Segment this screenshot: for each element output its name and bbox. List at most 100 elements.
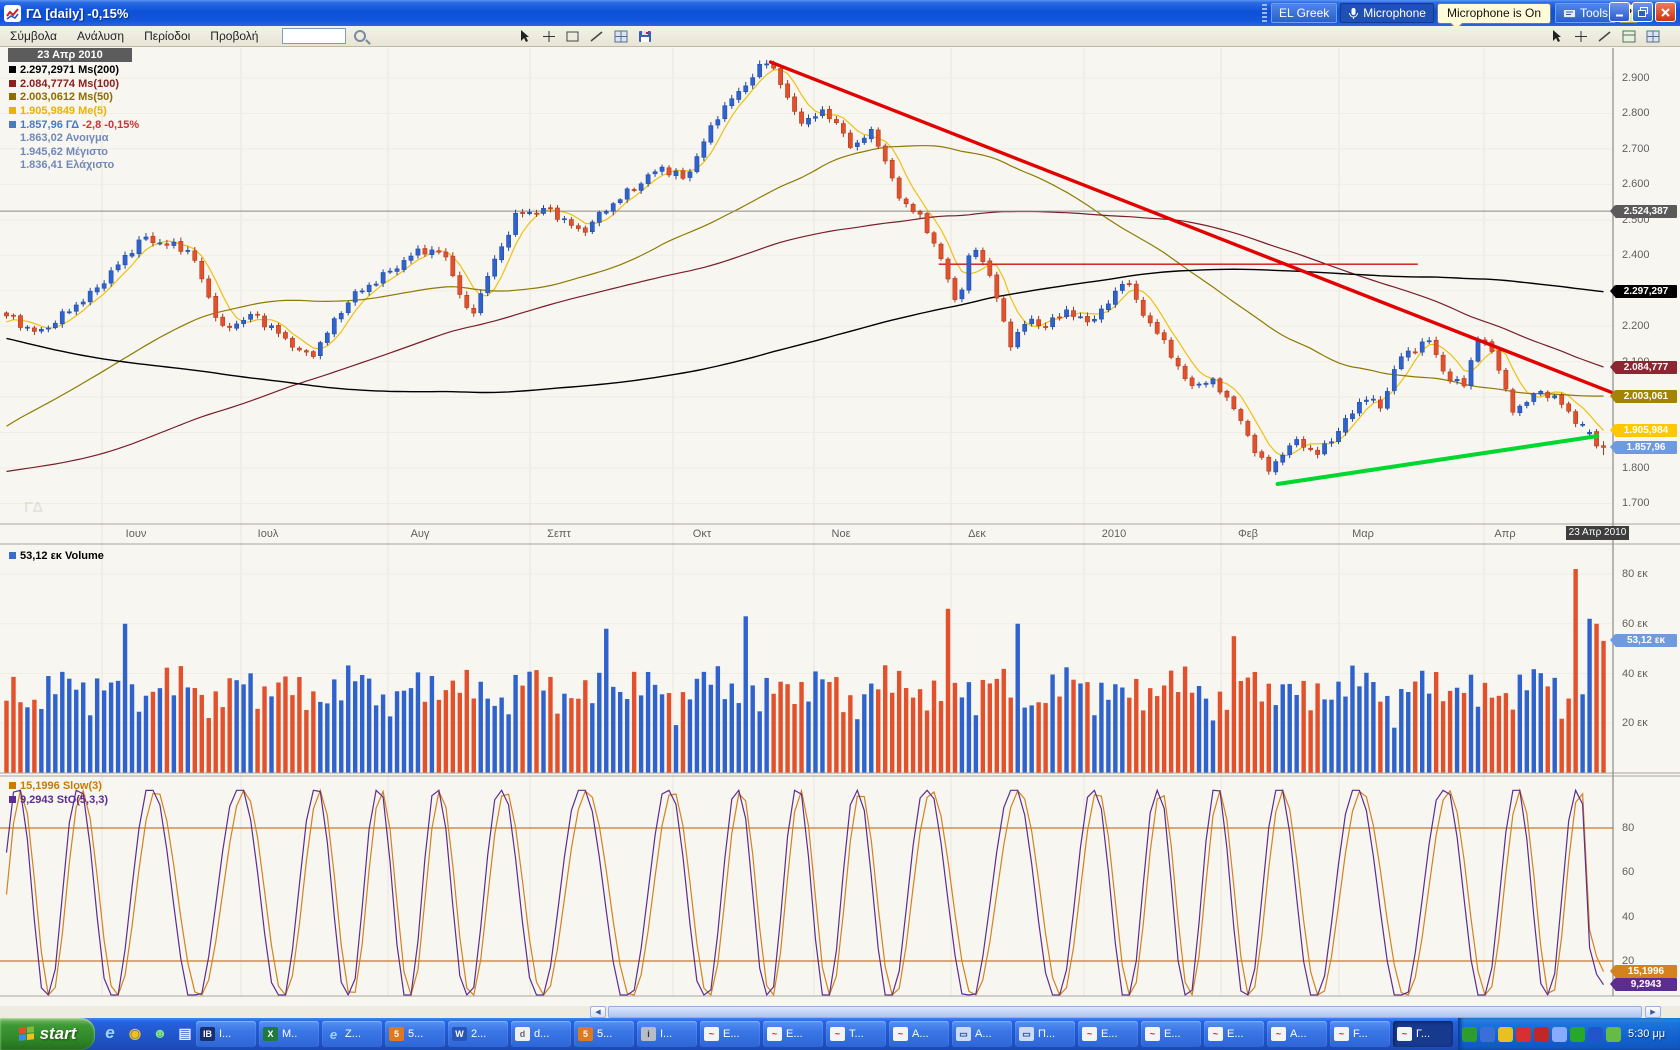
taskbar-task-[interactable]: ~Γ...	[1393, 1021, 1453, 1047]
taskbar-task-5[interactable]: 55...	[574, 1021, 634, 1047]
crosshair-icon[interactable]	[1573, 29, 1589, 44]
grid-pane-icon[interactable]	[613, 29, 629, 44]
taskbar-task-[interactable]: ▭Π...	[1015, 1021, 1075, 1047]
drawing-toolbar	[517, 29, 657, 44]
orange-app-icon: 5	[389, 1027, 404, 1041]
app-window-icon[interactable]	[1552, 1027, 1567, 1042]
price-axis-tag: 2.003,061	[1615, 390, 1677, 403]
grid-pane-icon[interactable]	[1645, 29, 1661, 44]
messenger-icon[interactable]: ☻	[150, 1022, 170, 1044]
price-axis-tag: 1.857,96	[1615, 441, 1677, 454]
language-bar-grip[interactable]	[1262, 4, 1267, 22]
close-button[interactable]	[1655, 2, 1676, 22]
doc-icon: d	[515, 1027, 530, 1041]
taskbar-task-A[interactable]: ▭A...	[952, 1021, 1012, 1047]
stoch-axis-tick: 80	[1622, 822, 1674, 834]
search-icon[interactable]	[354, 30, 366, 42]
media-icon[interactable]: ◉	[125, 1022, 145, 1044]
volume-legend: 53,12 εκ Volume	[9, 550, 104, 562]
price-axis-tag: 2.524,387	[1615, 205, 1677, 218]
green-chip-icon[interactable]	[1606, 1027, 1621, 1042]
volume-axis-tick: 60 εκ	[1622, 618, 1674, 630]
rectangle-tool-icon[interactable]	[565, 29, 581, 44]
taskbar: start e◉☻▤ IBI...XM..eZ...55...W2...dd..…	[0, 1018, 1680, 1050]
trendline-tool-icon[interactable]	[589, 29, 605, 44]
horizontal-scrollbar[interactable]: ◀ ▶	[0, 1006, 1680, 1018]
taskbar-task-5[interactable]: 55...	[385, 1021, 445, 1047]
taskbar-task-Z[interactable]: eZ...	[322, 1021, 382, 1047]
scrollbar-thumb[interactable]	[608, 1006, 1642, 1018]
x-axis-month-label: Σεπτ	[547, 528, 571, 540]
task-label: d...	[534, 1028, 549, 1040]
red-badge-icon[interactable]	[1534, 1027, 1549, 1042]
stoch-axis-tick: 60	[1622, 866, 1674, 878]
cursor-icon[interactable]	[1549, 29, 1565, 44]
price-axis-tick: 2.800	[1622, 107, 1674, 119]
app-icon	[4, 5, 21, 22]
taskbar-task-I[interactable]: IBI...	[196, 1021, 256, 1047]
taskbar-task-E[interactable]: ~E...	[1078, 1021, 1138, 1047]
taskbar-task-E[interactable]: ~E...	[1204, 1021, 1264, 1047]
taskbar-task-M[interactable]: XM..	[259, 1021, 319, 1047]
price-volume-stochastic-chart[interactable]	[0, 47, 1680, 1006]
cursor-icon[interactable]	[517, 29, 533, 44]
ohl-legend-row: 1.945,62 Μέγιστο	[20, 146, 108, 158]
scroll-right-button[interactable]: ▶	[1645, 1006, 1661, 1018]
taskbar-task-T[interactable]: ~T...	[826, 1021, 886, 1047]
taskbar-task-A[interactable]: ~A...	[1267, 1021, 1327, 1047]
language-selector[interactable]: EL Greek	[1271, 3, 1337, 23]
volume-axis-tick: 40 εκ	[1622, 668, 1674, 680]
legend-bullet	[9, 93, 16, 100]
task-label: A...	[912, 1028, 929, 1040]
scroll-left-button[interactable]: ◀	[590, 1006, 606, 1018]
blue-person-icon[interactable]	[1480, 1027, 1495, 1042]
show-desktop-icon[interactable]: ▤	[175, 1022, 195, 1044]
taskbar-task-F[interactable]: ~F...	[1330, 1021, 1390, 1047]
microphone-button[interactable]: Microphone	[1340, 3, 1434, 23]
trendline-tool-icon[interactable]	[1597, 29, 1613, 44]
green-pinwheel-icon[interactable]	[1462, 1027, 1477, 1042]
restore-button[interactable]	[1632, 2, 1653, 22]
menu-periods[interactable]: Περίοδοι	[134, 29, 200, 43]
taskbar-task-E[interactable]: ~ E...	[700, 1021, 760, 1047]
legend-bullet	[9, 121, 16, 128]
taskbar-task-2[interactable]: W2...	[448, 1021, 508, 1047]
task-label: 2...	[471, 1028, 486, 1040]
volume-axis-tag: 53,12 εκ	[1615, 634, 1677, 647]
task-label: E...	[1227, 1028, 1244, 1040]
taskbar-task-I[interactable]: iI...	[637, 1021, 697, 1047]
chart-icon: ~	[704, 1027, 719, 1041]
x-axis-month-label: Οκτ	[693, 528, 711, 540]
task-label: E...	[723, 1028, 740, 1040]
taskbar-task-A[interactable]: ~A...	[889, 1021, 949, 1047]
crosshair-icon[interactable]	[541, 29, 557, 44]
price-axis-tick: 2.200	[1622, 320, 1674, 332]
layout-pane-icon[interactable]	[1621, 29, 1637, 44]
save-icon[interactable]	[637, 29, 653, 44]
minimize-button[interactable]	[1609, 2, 1630, 22]
red-ball-icon[interactable]	[1516, 1027, 1531, 1042]
yellow-shield-icon[interactable]	[1498, 1027, 1513, 1042]
internet-explorer-icon[interactable]: e	[100, 1022, 120, 1044]
microphone-icon	[1348, 7, 1359, 20]
price-axis-tag: 2.297,297	[1615, 285, 1677, 298]
menu-analysis[interactable]: Ανάλυση	[67, 29, 134, 43]
menu-view[interactable]: Προβολή	[200, 29, 268, 43]
menu-symbols[interactable]: Σύμβολα	[0, 29, 67, 43]
blue-h-icon[interactable]	[1588, 1027, 1603, 1042]
price-axis-tick: 2.600	[1622, 178, 1674, 190]
price-axis-tick: 1.700	[1622, 497, 1674, 509]
chart-area[interactable]: 23 Απρ 2010 2.297,2971 Μs(200)2.084,7774…	[0, 47, 1680, 1006]
ie-icon: e	[326, 1027, 341, 1041]
chart-icon: ~	[1397, 1027, 1412, 1041]
cursor-date-box: 23 Απρ 2010	[8, 48, 132, 62]
taskbar-task-E[interactable]: ~E...	[1141, 1021, 1201, 1047]
price-axis-tag: 1.905,984	[1615, 424, 1677, 437]
start-button[interactable]: start	[0, 1018, 95, 1050]
taskbar-task-d[interactable]: d d...	[511, 1021, 571, 1047]
symbol-search-input[interactable]	[282, 28, 346, 44]
green-ring-icon[interactable]	[1570, 1027, 1585, 1042]
taskbar-task-E[interactable]: ~E...	[763, 1021, 823, 1047]
chart-icon: ~	[830, 1027, 845, 1041]
ma-legend-row: 1.905,9849 Μe(5)	[9, 105, 107, 117]
